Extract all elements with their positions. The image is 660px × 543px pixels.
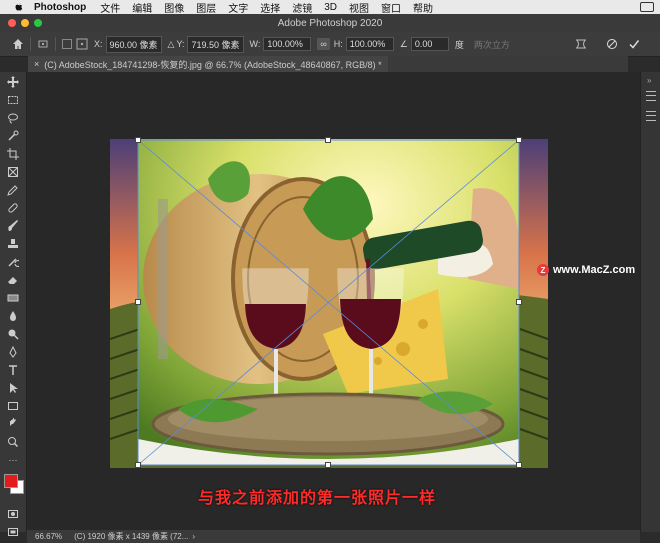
transform-handle-middle-right[interactable] <box>516 299 522 305</box>
transform-handle-bottom-center[interactable] <box>325 462 331 468</box>
transform-handle-top-right[interactable] <box>516 137 522 143</box>
status-bar: 66.67% (C) 1920 像素 x 1439 像素 (72... › <box>27 530 640 543</box>
panel-menu-icon-2[interactable] <box>646 111 656 121</box>
transform-handle-top-center[interactable] <box>325 137 331 143</box>
video-caption: 与我之前添加的第一张照片一样 <box>198 488 437 507</box>
zoom-level[interactable]: 66.67% <box>35 532 62 541</box>
right-panel-dock: » <box>640 72 660 532</box>
transform-handle-top-left[interactable] <box>135 137 141 143</box>
transform-handle-middle-left[interactable] <box>135 299 141 305</box>
panel-collapse-icon[interactable]: » <box>647 76 660 85</box>
foreground-color-swatch[interactable] <box>4 474 18 488</box>
panel-menu-icon[interactable] <box>646 91 656 101</box>
transform-handle-bottom-right[interactable] <box>516 462 522 468</box>
watermark-logo-icon: Z <box>537 264 549 276</box>
watermark: Z www.MacZ.com <box>537 264 635 276</box>
status-chevron-icon[interactable]: › <box>192 532 195 541</box>
watermark-text: www.MacZ.com <box>553 264 636 276</box>
transform-handle-bottom-left[interactable] <box>135 462 141 468</box>
document-info[interactable]: (C) 1920 像素 x 1439 像素 (72... <box>74 531 188 542</box>
